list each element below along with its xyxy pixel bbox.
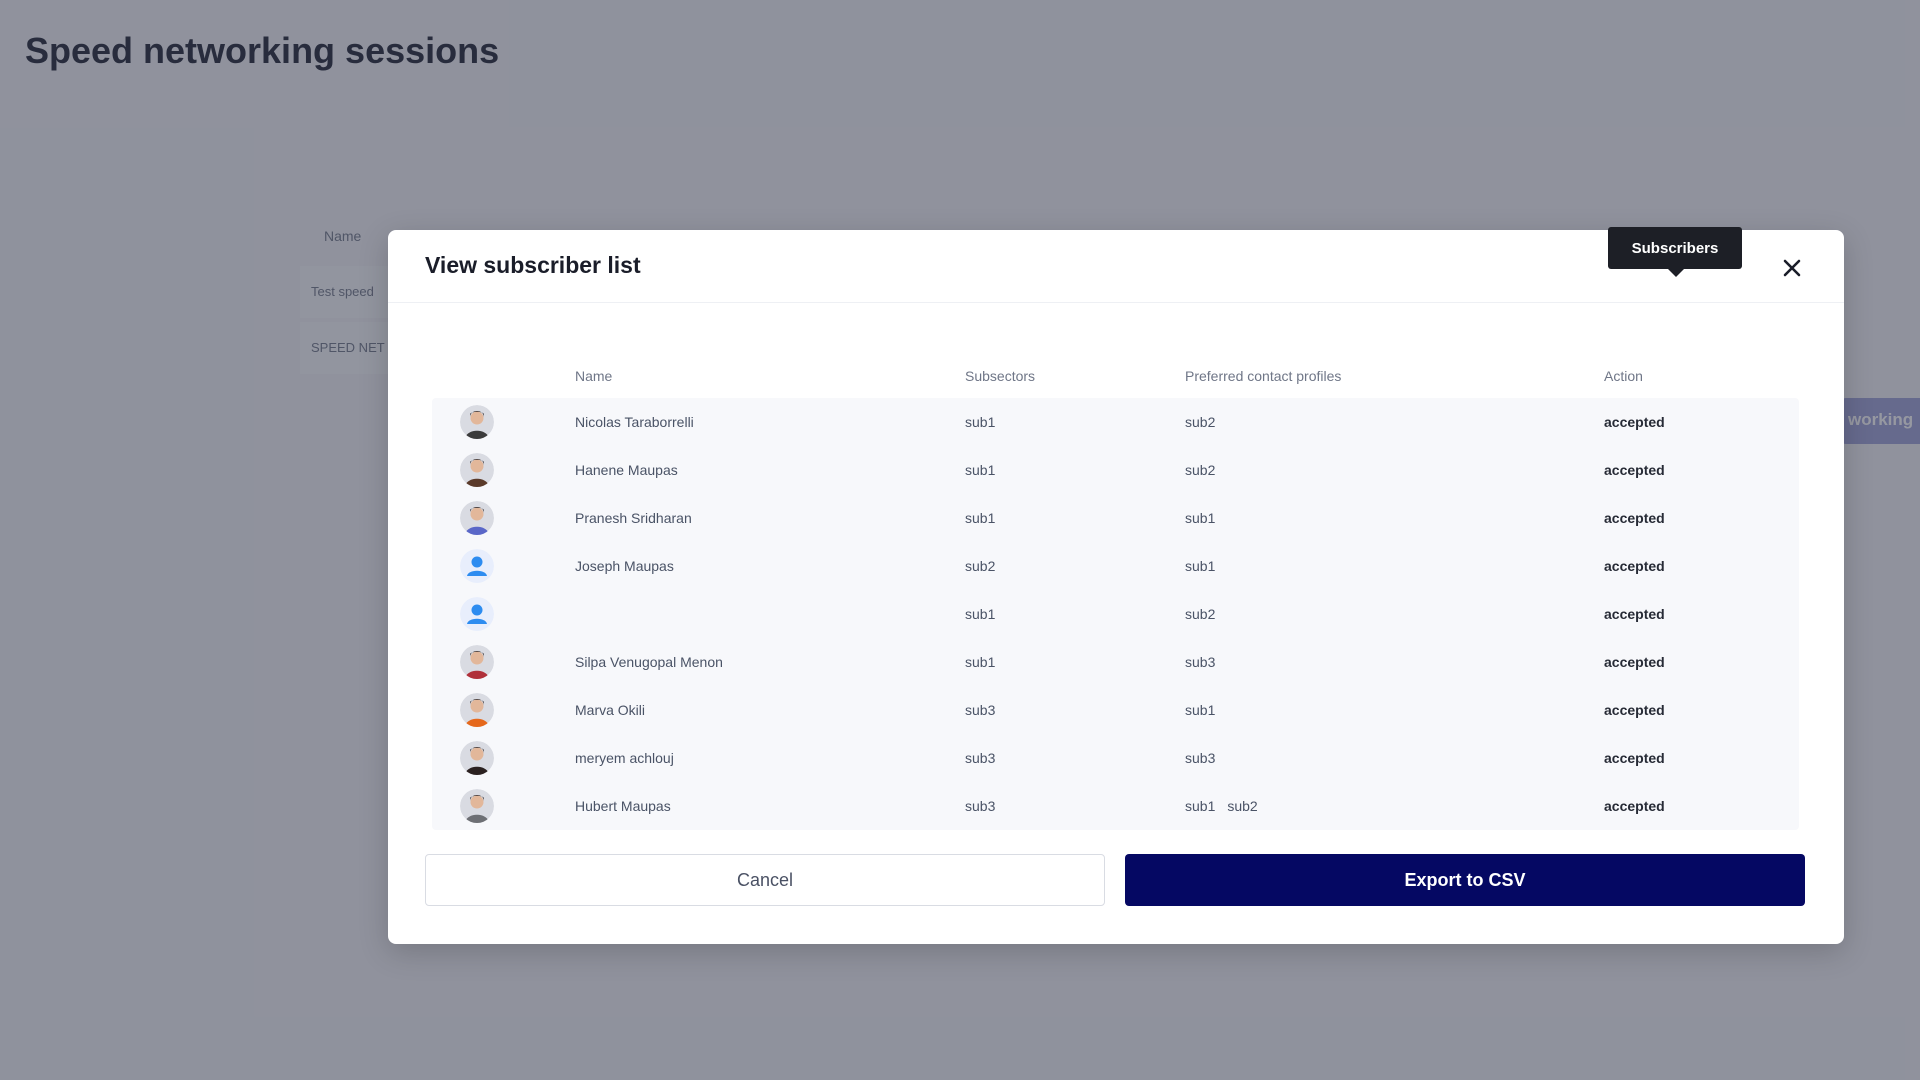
preferred-profile-tag: sub1 bbox=[1185, 798, 1216, 814]
action-status: accepted bbox=[1604, 414, 1665, 430]
subscriber-name: Pranesh Sridharan bbox=[575, 510, 692, 526]
table-row[interactable]: Pranesh Sridharan sub1 sub1 accepted bbox=[432, 494, 1799, 542]
table-row[interactable]: Nicolas Taraborrelli sub1 sub2 accepted bbox=[432, 398, 1799, 446]
column-header-action: Action bbox=[1604, 368, 1643, 384]
preferred-profile-tag: sub3 bbox=[1185, 750, 1216, 766]
user-photo-icon bbox=[460, 789, 494, 823]
avatar bbox=[460, 645, 494, 679]
user-photo-icon bbox=[460, 405, 494, 439]
preferred-profile-tag: sub1 bbox=[1185, 558, 1216, 574]
close-icon bbox=[1783, 259, 1801, 277]
user-photo-icon bbox=[460, 453, 494, 487]
user-icon bbox=[460, 549, 494, 583]
subscriber-list-modal: View subscriber list Subscribers Name Su… bbox=[388, 227, 1844, 944]
preferred-profile-tag: sub1 bbox=[1185, 702, 1216, 718]
subscribers-tooltip: Subscribers bbox=[1608, 227, 1742, 277]
table-row[interactable]: Silpa Venugopal Menon sub1 sub3 accepted bbox=[432, 638, 1799, 686]
preferred-profile-tag: sub1 bbox=[1185, 510, 1216, 526]
action-status: accepted bbox=[1604, 750, 1665, 766]
preferred-profiles: sub2 bbox=[1185, 414, 1227, 430]
preferred-profiles: sub2 bbox=[1185, 606, 1227, 622]
subsector: sub3 bbox=[965, 798, 996, 814]
preferred-profile-tag: sub3 bbox=[1185, 654, 1216, 670]
column-header-subsectors: Subsectors bbox=[965, 368, 1036, 384]
preferred-profiles: sub1 bbox=[1185, 702, 1227, 718]
column-header-preferred: Preferred contact profiles bbox=[1185, 368, 1342, 384]
user-icon bbox=[460, 597, 494, 631]
subsector: sub3 bbox=[965, 702, 996, 718]
subsector: sub1 bbox=[965, 462, 996, 478]
preferred-profiles: sub3 bbox=[1185, 654, 1227, 670]
cancel-button[interactable]: Cancel bbox=[425, 854, 1105, 906]
avatar bbox=[460, 597, 494, 631]
preferred-profile-tag: sub2 bbox=[1185, 462, 1216, 478]
subscriber-name: meryem achlouj bbox=[575, 750, 674, 766]
subscriber-name: Hubert Maupas bbox=[575, 798, 671, 814]
action-status: accepted bbox=[1604, 558, 1665, 574]
table-body: Nicolas Taraborrelli sub1 sub2 accepted Hane… bbox=[432, 398, 1799, 830]
preferred-profile-tag: sub2 bbox=[1185, 414, 1216, 430]
action-status: accepted bbox=[1604, 654, 1665, 670]
table-row[interactable]: sub1 sub2 accepted bbox=[432, 590, 1799, 638]
avatar bbox=[460, 501, 494, 535]
subsector: sub2 bbox=[965, 558, 996, 574]
action-status: accepted bbox=[1604, 702, 1665, 718]
subscriber-table: Name Subsectors Preferred contact profil… bbox=[432, 354, 1799, 830]
action-status: accepted bbox=[1604, 462, 1665, 478]
subscriber-name: Marva Okili bbox=[575, 702, 646, 718]
preferred-profiles: sub1 bbox=[1185, 510, 1227, 526]
table-row[interactable]: meryem achlouj sub3 sub3 accepted bbox=[432, 734, 1799, 782]
action-status: accepted bbox=[1604, 510, 1665, 526]
preferred-profile-tag: sub2 bbox=[1227, 798, 1258, 814]
subsector: sub1 bbox=[965, 414, 996, 430]
modal-title: View subscriber list bbox=[425, 252, 641, 278]
export-csv-button[interactable]: Export to CSV bbox=[1125, 854, 1805, 906]
table-row[interactable]: Hanene Maupas sub1 sub2 accepted bbox=[432, 446, 1799, 494]
subscriber-name: Joseph Maupas bbox=[575, 558, 674, 574]
column-header-name: Name bbox=[575, 368, 613, 384]
subscriber-name: Silpa Venugopal Menon bbox=[575, 654, 723, 670]
modal-header: View subscriber list Subscribers bbox=[388, 227, 1844, 303]
avatar bbox=[460, 789, 494, 823]
preferred-profiles: sub1 sub2 bbox=[1185, 798, 1270, 814]
table-row[interactable]: Marva Okili sub3 sub1 accepted bbox=[432, 686, 1799, 734]
preferred-profiles: sub3 bbox=[1185, 750, 1227, 766]
subscriber-name: Nicolas Taraborrelli bbox=[575, 414, 694, 430]
avatar bbox=[460, 453, 494, 487]
table-row[interactable]: Joseph Maupas sub2 sub1 accepted bbox=[432, 542, 1799, 590]
avatar bbox=[460, 405, 494, 439]
user-photo-icon bbox=[460, 645, 494, 679]
preferred-profiles: sub1 bbox=[1185, 558, 1227, 574]
avatar bbox=[460, 693, 494, 727]
action-status: accepted bbox=[1604, 798, 1665, 814]
table-row[interactable]: Hubert Maupas sub3 sub1 sub2 accepted bbox=[432, 782, 1799, 830]
close-button[interactable] bbox=[1776, 252, 1808, 284]
user-photo-icon bbox=[460, 501, 494, 535]
avatar bbox=[460, 741, 494, 775]
subsector: sub1 bbox=[965, 510, 996, 526]
action-status: accepted bbox=[1604, 606, 1665, 622]
table-header: Name Subsectors Preferred contact profil… bbox=[432, 354, 1799, 398]
avatar bbox=[460, 549, 494, 583]
subsector: sub1 bbox=[965, 606, 996, 622]
subsector: sub3 bbox=[965, 750, 996, 766]
preferred-profiles: sub2 bbox=[1185, 462, 1227, 478]
subscriber-name: Hanene Maupas bbox=[575, 462, 678, 478]
preferred-profile-tag: sub2 bbox=[1185, 606, 1216, 622]
user-photo-icon bbox=[460, 693, 494, 727]
subsector: sub1 bbox=[965, 654, 996, 670]
user-photo-icon bbox=[460, 741, 494, 775]
